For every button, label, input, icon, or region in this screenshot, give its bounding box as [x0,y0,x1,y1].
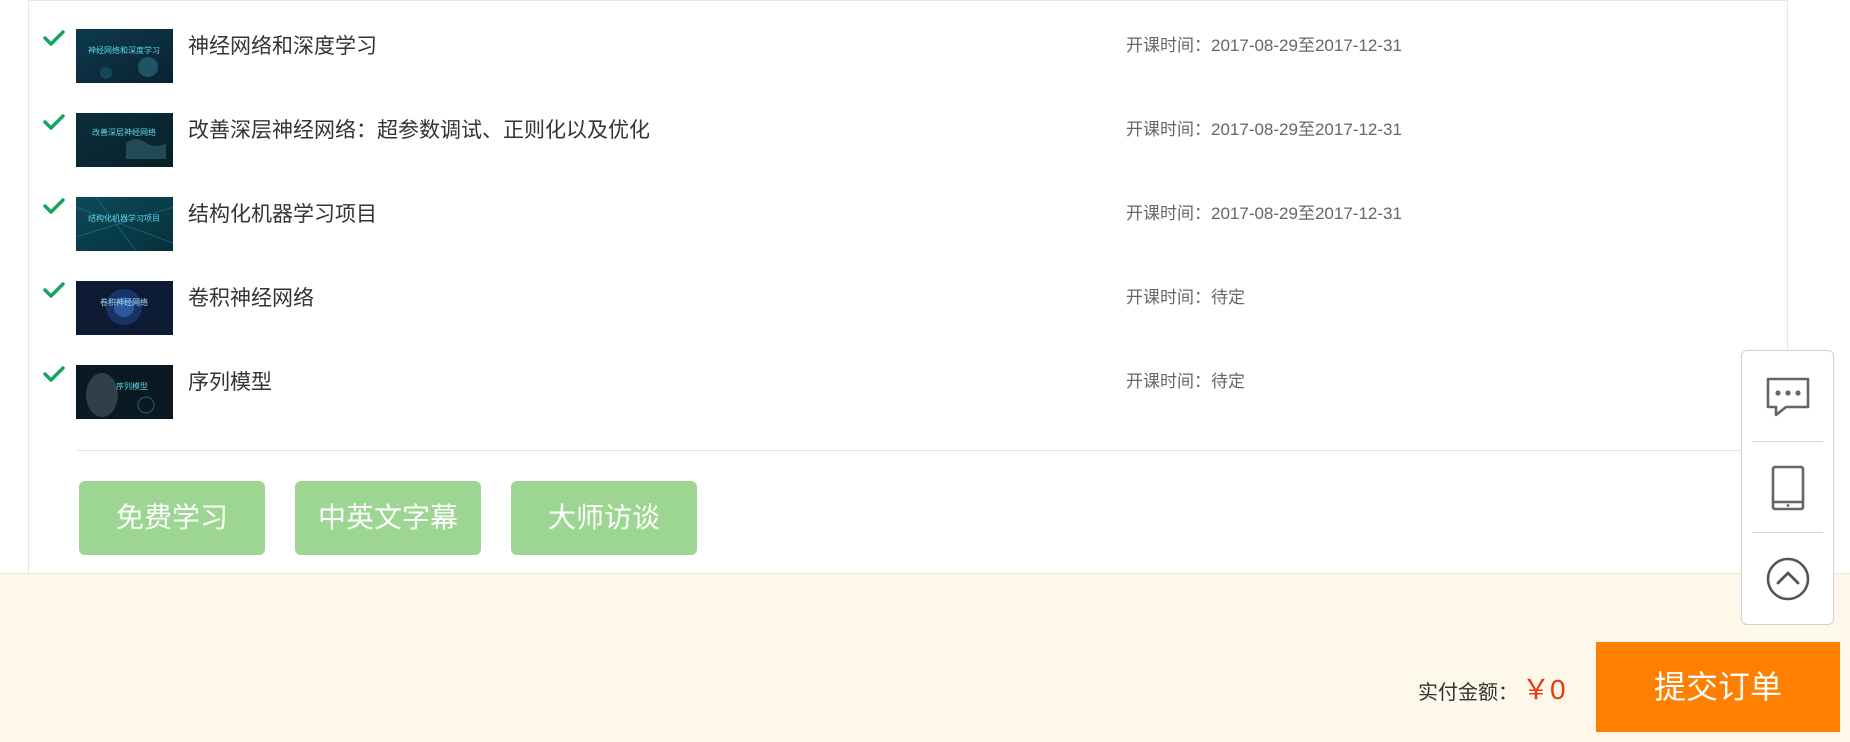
course-thumbnail[interactable]: 序列模型 [76,365,173,419]
side-toolbar [1741,350,1834,625]
check-icon [43,281,65,299]
course-thumbnail[interactable]: 神经网络和深度学习 [76,29,173,83]
course-row: 改善深层神经网络 改善深层神经网络：超参数调试、正则化以及优化 开课时间：201… [29,113,1787,173]
course-thumbnail[interactable]: 改善深层神经网络 [76,113,173,167]
course-thumbnail[interactable]: 卷积神经网络 [76,281,173,335]
back-to-top-button[interactable] [1742,533,1833,623]
thumb-caption: 神经网络和深度学习 [88,45,160,55]
order-page: 神经网络和深度学习 神经网络和深度学习 开课时间：2017-08-29至2017… [0,0,1850,742]
course-title[interactable]: 卷积神经网络 [188,282,314,312]
course-title[interactable]: 改善深层神经网络：超参数调试、正则化以及优化 [188,114,650,144]
check-icon [43,365,65,383]
course-title[interactable]: 神经网络和深度学习 [188,30,377,60]
check-icon [43,29,65,47]
course-time: 开课时间：待定 [1126,372,1245,391]
mobile-app-button[interactable] [1742,442,1833,532]
amount-label: 实付金额： [1418,682,1518,704]
course-time: 开课时间：2017-08-29至2017-12-31 [1126,36,1402,55]
course-row: 序列模型 序列模型 开课时间：待定 [29,365,1787,425]
thumb-caption: 卷积神经网络 [100,297,148,307]
course-thumbnail[interactable]: 结构化机器学习项目 [76,197,173,251]
tag-master-interview[interactable]: 大师访谈 [511,481,697,555]
course-list-panel: 神经网络和深度学习 神经网络和深度学习 开课时间：2017-08-29至2017… [28,0,1788,573]
thumb-caption: 结构化机器学习项目 [88,213,160,223]
thumb-caption: 序列模型 [116,381,148,391]
course-row: 卷积神经网络 卷积神经网络 开课时间：待定 [29,281,1787,341]
course-title[interactable]: 序列模型 [188,366,272,396]
course-row: 结构化机器学习项目 结构化机器学习项目 开课时间：2017-08-29至2017… [29,197,1787,257]
tag-free-learning[interactable]: 免费学习 [79,481,265,555]
order-footer: 实付金额： ￥0 提交订单 [0,573,1850,742]
amount-value: ￥0 [1522,674,1566,705]
course-time: 开课时间：2017-08-29至2017-12-31 [1126,204,1402,223]
submit-order-button[interactable]: 提交订单 [1596,642,1840,732]
chat-button[interactable] [1742,351,1833,441]
check-icon [43,113,65,131]
tag-subtitles[interactable]: 中英文字幕 [295,481,481,555]
thumb-caption: 改善深层神经网络 [92,127,156,137]
course-title[interactable]: 结构化机器学习项目 [188,198,377,228]
course-time: 开课时间：待定 [1126,288,1245,307]
course-row: 神经网络和深度学习 神经网络和深度学习 开课时间：2017-08-29至2017… [29,29,1787,89]
check-icon [43,197,65,215]
divider [77,450,1777,451]
course-time: 开课时间：2017-08-29至2017-12-31 [1126,120,1402,139]
